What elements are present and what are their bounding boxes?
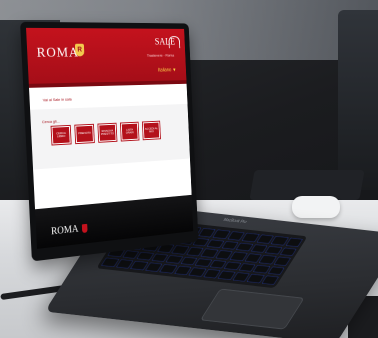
footer-logo[interactable]: ROMA	[51, 224, 79, 238]
tile-search-book[interactable]: CERCA LIBRO	[51, 125, 71, 145]
nav-link[interactable]: Vai al Sale in sala	[43, 97, 72, 103]
key[interactable]	[273, 256, 291, 266]
tile-account[interactable]: ACCEDI AL MIO	[142, 121, 161, 140]
website-viewport: ROMA R SALE Trastevere · Roma Italiano ▼…	[26, 27, 194, 249]
site-header: ROMA R SALE Trastevere · Roma Italiano ▼	[26, 27, 187, 84]
arch-icon	[168, 36, 181, 49]
background-speaker	[338, 10, 378, 190]
language-selector[interactable]: Italiano ▼	[158, 67, 176, 73]
photo-scene: MacBook Pro ROMA R SALE Trastevere · Rom…	[0, 0, 378, 338]
earbuds-case	[292, 196, 340, 218]
trackpad[interactable]	[199, 288, 305, 330]
tile-renew[interactable]: RINNOVA PRESTITO	[98, 123, 117, 142]
section-label: Cerca gli...	[41, 118, 60, 125]
key[interactable]	[261, 275, 279, 285]
site-footer: ROMA	[35, 194, 194, 249]
laptop-brand-label: MacBook Pro	[222, 216, 249, 225]
footer-shield-icon	[81, 223, 88, 234]
tile-hours[interactable]: LISTA ORARI	[120, 122, 139, 141]
site-logo[interactable]: ROMA	[36, 46, 79, 62]
shield-icon: R	[74, 43, 85, 57]
key[interactable]	[267, 266, 285, 276]
tile-book[interactable]: PRENOTA	[75, 124, 94, 144]
laptop-screen: ROMA R SALE Trastevere · Roma Italiano ▼…	[20, 21, 199, 262]
key[interactable]	[279, 247, 297, 257]
site-tagline: Trastevere · Roma	[146, 52, 175, 58]
key[interactable]	[285, 237, 303, 247]
